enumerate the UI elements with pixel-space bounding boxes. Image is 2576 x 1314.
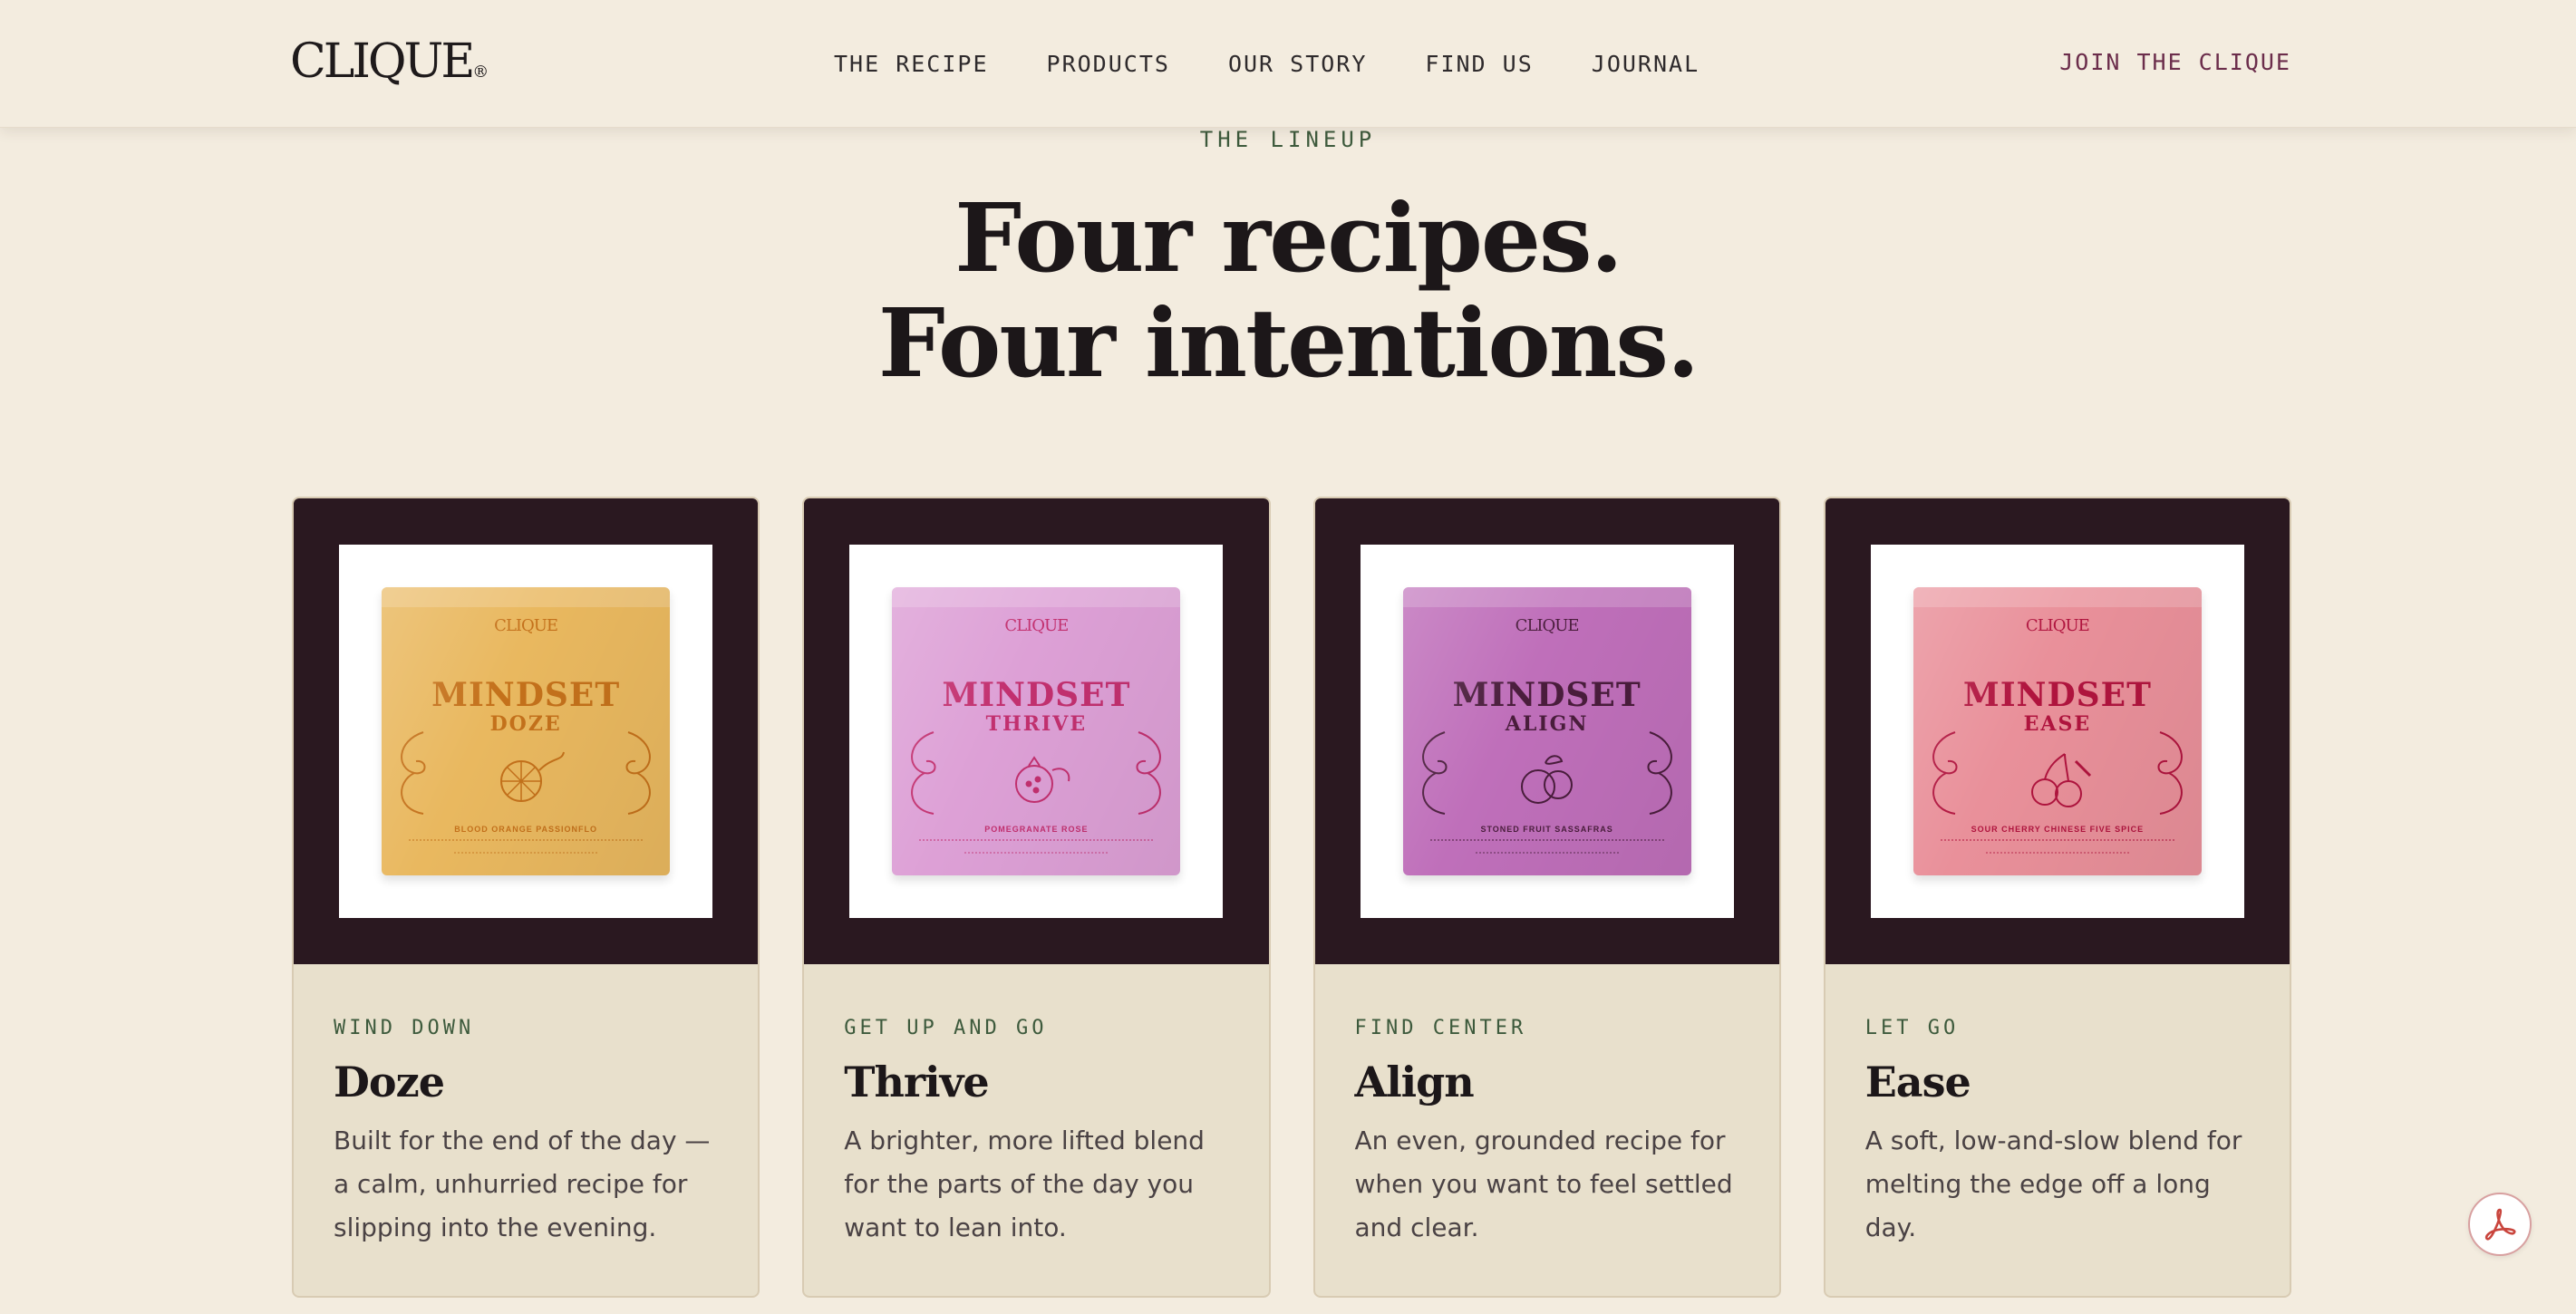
- pouch-fine-print: [1940, 839, 2174, 842]
- pouch-fine-print: [1429, 839, 1664, 842]
- pouch-name: DOZE: [489, 712, 562, 736]
- product-image[interactable]: CLIQUE MINDSET ALIGN STONED FRUIT SASSAF…: [1314, 498, 1779, 964]
- card-body: LET GO Ease A soft, low-and-slow blend f…: [1825, 964, 2290, 1250]
- pouch-brand: MINDSET: [431, 676, 621, 714]
- pouch-fine-print: [919, 839, 1154, 842]
- card-tag: LET GO: [1864, 1017, 1960, 1039]
- card-title[interactable]: Align: [1355, 1058, 1739, 1106]
- pouch-flavor: SOUR CHERRY CHINESE FIVE SPICE: [1971, 825, 2145, 834]
- product-image[interactable]: CLIQUE MINDSET THRIVE POMEGRANATE ROSE: [804, 498, 1269, 964]
- mindset-pouch-align: CLIQUE MINDSET ALIGN STONED FRUIT SASSAF…: [1402, 587, 1691, 875]
- join-the-clique-link[interactable]: JOIN THE CLIQUE: [2059, 49, 2291, 75]
- pouch-flavor: BLOOD ORANGE PASSIONFLO: [454, 825, 598, 834]
- section-headline: Four recipes. Four intentions.: [0, 186, 2576, 396]
- pdf-viewer-button[interactable]: [2468, 1193, 2532, 1256]
- swirl-ornament-icon: [1136, 731, 1162, 815]
- product-image-frame: CLIQUE MINDSET DOZE BLOOD ORANGE PASSION…: [339, 545, 713, 918]
- card-body: FIND CENTER Align An even, grounded reci…: [1315, 964, 1779, 1250]
- pouch-brand: MINDSET: [942, 676, 1131, 714]
- nav-link-journal[interactable]: JOURNAL: [1592, 51, 1700, 77]
- swirl-ornament-icon: [911, 731, 936, 815]
- product-image[interactable]: CLIQUE MINDSET EASE SOUR CHERRY CHINESE …: [1825, 498, 2290, 964]
- mindset-pouch-ease: CLIQUE MINDSET EASE SOUR CHERRY CHINESE …: [1913, 587, 2202, 875]
- pouch-flavor: POMEGRANATE ROSE: [984, 825, 1089, 834]
- nav-link-find-us[interactable]: FIND US: [1425, 51, 1533, 77]
- headline-line-2: Four intentions.: [877, 287, 1700, 399]
- pouch-fine-print: [964, 852, 1109, 855]
- pouch-logo: CLIQUE: [494, 616, 558, 635]
- product-image[interactable]: CLIQUE MINDSET DOZE BLOOD ORANGE PASSION…: [294, 498, 759, 964]
- product-image-frame: CLIQUE MINDSET EASE SOUR CHERRY CHINESE …: [1870, 545, 2244, 918]
- headline-line-1: Four recipes.: [954, 182, 1623, 294]
- product-image-frame: CLIQUE MINDSET ALIGN STONED FRUIT SASSAF…: [1360, 545, 1734, 918]
- card-tag: GET UP AND GO: [844, 1017, 1048, 1039]
- card-tag: FIND CENTER: [1354, 1017, 1527, 1039]
- pouch-fine-print: [1475, 852, 1619, 855]
- swirl-ornament-icon: [401, 731, 426, 815]
- card-title[interactable]: Thrive: [844, 1058, 1228, 1106]
- card-title[interactable]: Ease: [1865, 1058, 2250, 1106]
- product-card-thrive[interactable]: CLIQUE MINDSET THRIVE POMEGRANATE ROSE G…: [802, 497, 1271, 1298]
- card-body: GET UP AND GO Thrive A brighter, more li…: [804, 964, 1268, 1250]
- pouch-flavor: STONED FRUIT SASSAFRAS: [1480, 825, 1613, 834]
- pomegranate-illustration-icon: [1015, 756, 1070, 803]
- product-card-align[interactable]: CLIQUE MINDSET ALIGN STONED FRUIT SASSAF…: [1312, 497, 1781, 1298]
- section-eyebrow: THE LINEUP: [1199, 127, 1377, 152]
- card-title[interactable]: Doze: [334, 1058, 718, 1106]
- stone-fruit-illustration-icon: [1520, 755, 1573, 804]
- swirl-ornament-icon: [1647, 731, 1672, 815]
- pouch-name: THRIVE: [985, 712, 1088, 736]
- card-description: An even, grounded recipe for when you wa…: [1354, 1126, 1733, 1242]
- swirl-ornament-icon: [1932, 731, 1958, 815]
- cherry-illustration-icon: [2030, 753, 2091, 807]
- mindset-pouch-thrive: CLIQUE MINDSET THRIVE POMEGRANATE ROSE: [892, 587, 1181, 875]
- nav-link-the-recipe[interactable]: THE RECIPE: [834, 51, 989, 77]
- product-card-ease[interactable]: CLIQUE MINDSET EASE SOUR CHERRY CHINESE …: [1823, 497, 2291, 1298]
- pouch-logo: CLIQUE: [2025, 616, 2090, 635]
- pouch-fine-print: [409, 839, 644, 842]
- nav-link-products[interactable]: PRODUCTS: [1047, 51, 1170, 77]
- logo-registered-mark: ®: [472, 63, 489, 82]
- product-image-frame: CLIQUE MINDSET THRIVE POMEGRANATE ROSE: [849, 545, 1224, 918]
- swirl-ornament-icon: [1421, 731, 1448, 815]
- pouch-fine-print: [1985, 852, 2129, 855]
- mindset-pouch-doze: CLIQUE MINDSET DOZE BLOOD ORANGE PASSION…: [382, 587, 671, 875]
- card-description: A brighter, more lifted blend for the pa…: [844, 1126, 1205, 1242]
- card-description: A soft, low-and-slow blend for melting t…: [1864, 1126, 2242, 1242]
- card-description: Built for the end of the day — a calm, u…: [334, 1126, 711, 1242]
- pouch-fine-print: [454, 852, 598, 855]
- pouch-name: ALIGN: [1505, 712, 1589, 736]
- acrobat-pdf-icon: [2484, 1208, 2516, 1241]
- pouch-name: EASE: [2023, 712, 2092, 736]
- card-tag: WIND DOWN: [334, 1017, 475, 1039]
- product-cards: CLIQUE MINDSET DOZE BLOOD ORANGE PASSION…: [292, 497, 2291, 1298]
- main-nav: THE RECIPE PRODUCTS OUR STORY FIND US JO…: [834, 51, 1758, 77]
- pouch-brand: MINDSET: [1962, 676, 2152, 714]
- swirl-ornament-icon: [2157, 731, 2183, 815]
- clique-logo[interactable]: CLIQUE®: [290, 34, 489, 100]
- pouch-logo: CLIQUE: [1515, 616, 1580, 635]
- pouch-brand: MINDSET: [1452, 676, 1641, 714]
- nav-link-our-story[interactable]: OUR STORY: [1228, 51, 1367, 77]
- card-body: WIND DOWN Doze Built for the end of the …: [294, 964, 758, 1250]
- citrus-flower-illustration-icon: [500, 751, 566, 802]
- swirl-ornament-icon: [625, 731, 651, 815]
- pouch-logo: CLIQUE: [1004, 616, 1069, 635]
- product-card-doze[interactable]: CLIQUE MINDSET DOZE BLOOD ORANGE PASSION…: [292, 497, 760, 1298]
- site-header: CLIQUE® THE RECIPE PRODUCTS OUR STORY FI…: [0, 0, 2576, 128]
- logo-text: CLIQUE: [290, 34, 475, 89]
